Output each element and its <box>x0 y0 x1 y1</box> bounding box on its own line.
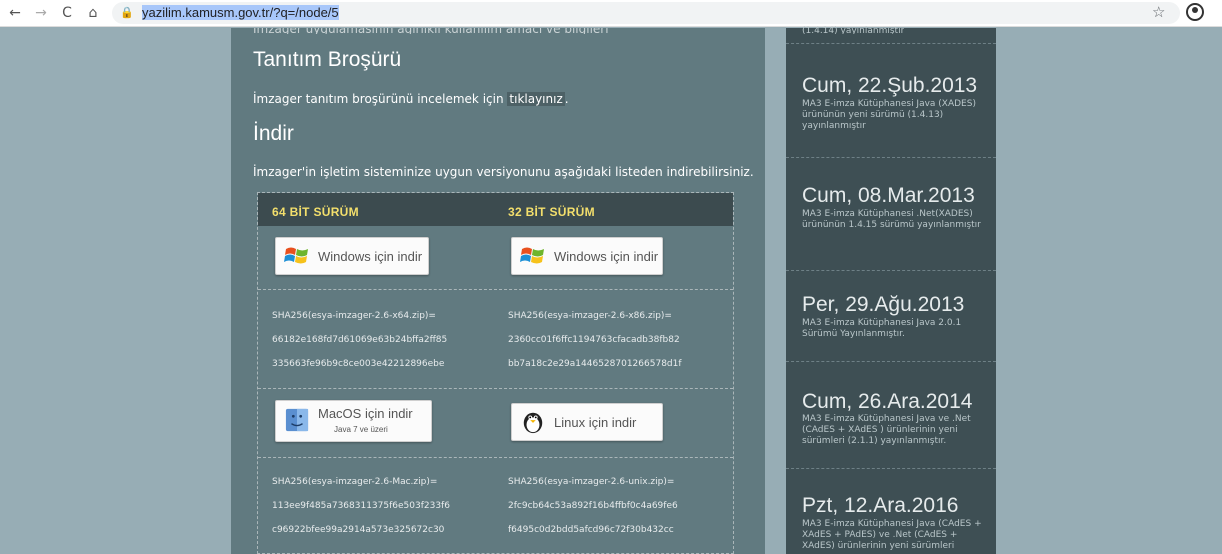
linux-download-button[interactable]: Linux için indir <box>511 403 663 441</box>
linux-tux-icon <box>523 412 543 434</box>
hash-mac-line3: c96922bfee99a2914a573e325672c30 <box>272 525 445 535</box>
row-divider <box>258 289 733 290</box>
news-sidebar: (1.4.14) yayınlanmıştır Cum, 22.Şub.2013… <box>786 26 996 554</box>
lock-icon: 🔒 <box>120 6 134 19</box>
news-text: MA3 E-imza Kütüphanesi Java 2.0.1 Sürümü… <box>802 318 962 339</box>
download-table: 64 BİT SÜRÜM 32 BİT SÜRÜM Windows için i… <box>257 192 734 554</box>
row-divider <box>258 457 733 458</box>
macos-sublabel: Java 7 ve üzeri <box>334 425 388 434</box>
hash-linux-line3: f6495c0d2bdd5afcd96c72f30b432cc <box>508 525 674 535</box>
address-url[interactable]: yazilim.kamusm.gov.tr/?q=/node/5 <box>142 5 339 20</box>
profile-icon[interactable] <box>1186 3 1204 21</box>
bookmark-star-icon[interactable]: ☆ <box>1152 3 1165 21</box>
hash-linux-line1: SHA256(esya-imzager-2.6-unix.zip)= <box>508 477 675 487</box>
home-icon[interactable]: ⌂ <box>84 4 102 22</box>
windows-32-download-button[interactable]: Windows için indir <box>511 237 663 275</box>
news-date[interactable]: Cum, 22.Şub.2013 <box>802 74 977 98</box>
news-text: MA3 E-imza Kütüphanesi Java ve .Net (CAd… <box>802 414 971 446</box>
hash-win32-line2: 2360cc01f6ffc1194763cfacadb38fb82 <box>508 335 680 345</box>
cutoff-text: İmzager uygulamasının ağırlıklı kullanıl… <box>253 28 609 34</box>
hash-mac-line2: 113ee9f485a7368311375f6e503f233f6 <box>272 501 450 511</box>
windows-32-label: Windows için indir <box>554 249 659 264</box>
browser-toolbar: ← → C ⌂ 🔒 yazilim.kamusm.gov.tr/?q=/node… <box>0 0 1222 27</box>
brochure-text: İmzager tanıtım broşürünü incelemek için… <box>253 92 569 106</box>
hash-win32-line1: SHA256(esya-imzager-2.6-x86.zip)= <box>508 311 672 321</box>
news-date[interactable]: Pzt, 12.Ara.2016 <box>802 494 958 518</box>
news-date[interactable]: Per, 29.Ağu.2013 <box>802 293 964 317</box>
news-divider <box>786 468 996 469</box>
col-32bit: 32 BİT SÜRÜM <box>508 205 595 219</box>
address-bar[interactable]: 🔒 yazilim.kamusm.gov.tr/?q=/node/5 <box>112 2 1180 24</box>
news-divider <box>786 43 996 44</box>
hash-win64-line2: 66182e168fd7d61069e63b24bffa2ff85 <box>272 335 448 345</box>
download-table-header: 64 BİT SÜRÜM 32 BİT SÜRÜM <box>258 193 733 226</box>
news-date[interactable]: Cum, 08.Mar.2013 <box>802 184 975 208</box>
news-text: MA3 E-imza Kütüphanesi Java (XADES) ürün… <box>802 99 976 131</box>
download-text: İmzager'in işletim sisteminize uygun ver… <box>253 165 754 179</box>
news-divider <box>786 361 996 362</box>
hash-win64-line3: 335663fe96b9c8ce003e42212896ebe <box>272 359 445 369</box>
forward-icon[interactable]: → <box>32 4 50 22</box>
macos-download-button[interactable]: MacOS için indir Java 7 ve üzeri <box>275 400 432 442</box>
hash-win64-line1: SHA256(esya-imzager-2.6-x64.zip)= <box>272 311 436 321</box>
windows-64-label: Windows için indir <box>318 249 423 264</box>
macos-label: MacOS için indir <box>318 406 413 421</box>
news-date[interactable]: Cum, 26.Ara.2014 <box>802 390 972 414</box>
main-content: İmzager uygulamasının ağırlıklı kullanıl… <box>231 28 765 554</box>
col-64bit: 64 BİT SÜRÜM <box>272 205 359 219</box>
reload-icon[interactable]: C <box>58 4 76 22</box>
back-icon[interactable]: ← <box>6 4 24 22</box>
row-divider <box>258 388 733 389</box>
hash-mac-line1: SHA256(esya-imzager-2.6-Mac.zip)= <box>272 477 438 487</box>
download-title: İndir <box>253 122 294 145</box>
windows-64-download-button[interactable]: Windows için indir <box>275 237 429 275</box>
news-divider <box>786 157 996 158</box>
news-divider <box>786 270 996 271</box>
brochure-title: Tanıtım Broşürü <box>253 48 402 71</box>
hash-linux-line2: 2fc9cb64c53a892f16b4ffbf0c4a69fe6 <box>508 501 678 511</box>
news-text: MA3 E-imza Kütüphanesi Java (CAdES + XAd… <box>802 519 982 551</box>
windows-icon <box>284 247 308 264</box>
brochure-link[interactable]: tıklayınız <box>507 92 565 106</box>
windows-icon <box>520 247 544 264</box>
finder-icon <box>285 408 309 432</box>
news-cutoff-text: (1.4.14) yayınlanmıştır <box>802 26 905 34</box>
hash-win32-line3: bb7a18c2e29a1446528701266578d1f <box>508 359 682 369</box>
linux-label: Linux için indir <box>554 415 637 430</box>
news-text: MA3 E-imza Kütüphanesi .Net(XADES) ürünü… <box>802 209 981 230</box>
